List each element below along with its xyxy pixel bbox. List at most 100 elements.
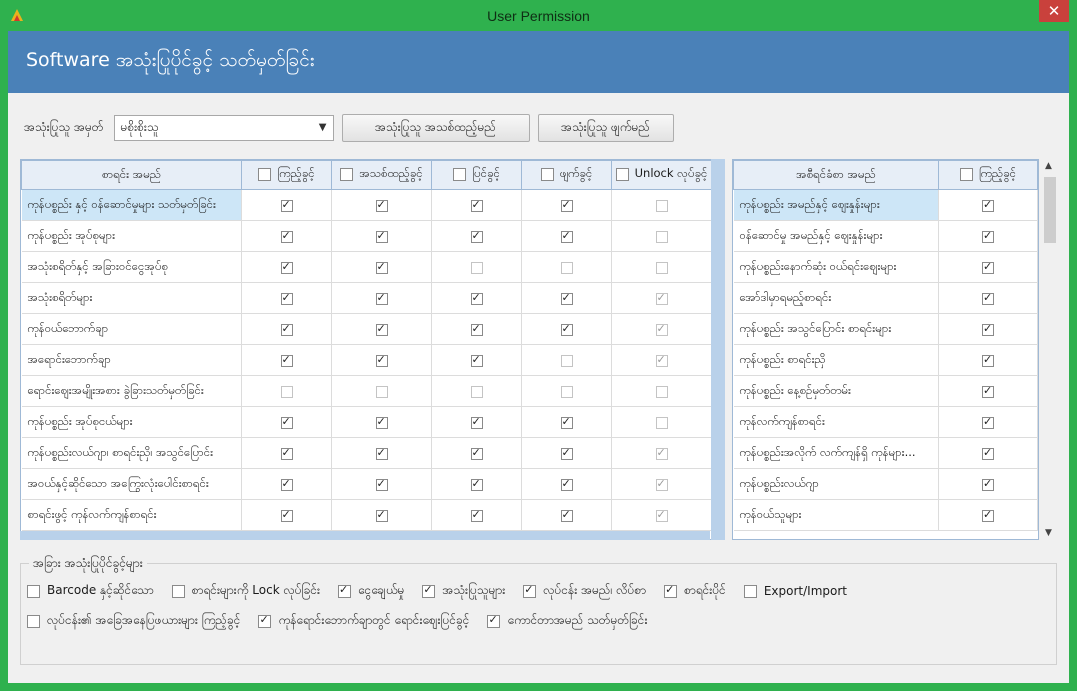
delete-user-button[interactable]: အသုံးပြုသူ ဖျက်မည် [537,114,674,142]
checkbox-delete[interactable] [560,385,573,398]
checkbox-edit[interactable] [470,508,483,522]
permission-option[interactable]: ငွေချေယ်မှု [338,582,404,600]
checkbox-edit[interactable] [470,322,483,336]
header-checkbox-delete[interactable] [540,168,554,181]
header-checkbox-add[interactable] [340,168,354,181]
checkbox-delete[interactable] [560,261,573,274]
checkbox-view[interactable] [280,291,293,305]
checkbox-edit[interactable] [470,385,483,398]
scroll-down-icon[interactable]: ▼ [1045,528,1052,538]
checkbox-report-view[interactable] [981,260,994,274]
checkbox-unlock[interactable] [655,416,668,429]
row-name-cell[interactable]: အဝယ်နှင့်ဆိုင်သော အကြွေးလုံးပေါင်းစာရင်း [21,468,242,500]
permission-checkbox[interactable] [664,583,678,598]
header-checkbox-view[interactable] [258,168,272,181]
table-row[interactable]: အရောင်းဘောက်ချာ [21,344,712,376]
report-name-cell[interactable]: ကုန်လက်ကျန်စာရင်း [733,406,939,438]
header-checkbox-report-view[interactable] [959,168,973,181]
checkbox-delete[interactable] [560,229,573,243]
row-name-cell[interactable]: ကုန်ပစ္စည်းလယ်ဂျာ၊ စာရင်းညှိ၊ အသွင်ပြောင… [21,437,242,469]
permission-checkbox[interactable] [27,584,40,598]
permission-option[interactable]: လုပ်ငန်း အမည်၊ လိပ်စာ [523,582,646,600]
checkbox-add[interactable] [375,385,388,398]
checkbox-edit[interactable] [470,291,483,305]
checkbox-view[interactable] [280,385,293,398]
permission-checkbox[interactable] [338,583,352,598]
checkbox-report-view[interactable] [981,198,994,212]
permission-checkbox[interactable] [523,583,537,598]
permission-option[interactable]: ကုန်ရောင်းဘောက်ချာတွင် ရောင်းဈေးပြင်ခွင့… [258,612,469,630]
checkbox-view[interactable] [280,415,293,429]
table-row[interactable]: အော်ဒါမှာရမည့်စာရင်း [733,282,1038,314]
checkbox-edit[interactable] [470,477,483,491]
column-header-unlock[interactable]: Unlock လုပ်ခွင့် [611,160,712,190]
checkbox-edit[interactable] [470,353,483,367]
checkbox-view[interactable] [280,353,293,367]
column-header-report-view[interactable]: ကြည့်ခွင့် [937,160,1038,190]
checkbox-unlock[interactable] [655,446,668,460]
table-row[interactable]: အသုံးစရိတ်များ [21,282,712,314]
checkbox-delete[interactable] [560,354,573,367]
checkbox-view[interactable] [280,260,293,274]
column-header-report-name[interactable]: အစီရင်ခံစာ အမည် [733,160,939,190]
report-name-cell[interactable]: ကုန်ဝယ်သူများ [733,499,939,531]
permission-option[interactable]: ကောင်တာအမည် သတ်မှတ်ခြင်း [487,612,648,630]
column-header-name[interactable]: စာရင်း အမည် [21,160,242,190]
checkbox-unlock[interactable] [655,199,668,212]
checkbox-delete[interactable] [560,446,573,460]
report-name-cell[interactable]: ကုန်ပစ္စည်း နေ့စဉ်မှတ်တမ်း [733,375,939,407]
permission-checkbox[interactable] [27,614,40,628]
checkbox-edit[interactable] [470,229,483,243]
permission-option[interactable]: အသုံးပြုသူများ [422,582,505,600]
permission-option[interactable]: စာရင်းများကို Lock လုပ်ခြင်း [171,582,320,600]
report-name-cell[interactable]: ကုန်ပစ္စည်းနောက်ဆုံး ဝယ်ရင်းဈေးများ [733,251,939,283]
table-row[interactable]: ကုန်ပစ္စည်း အသွင်ပြောင်း စာရင်းများ [733,313,1038,345]
report-name-cell[interactable]: ကုန်ပစ္စည်း အသွင်ပြောင်း စာရင်းများ [733,313,939,345]
user-dropdown[interactable]: မစိုးစိုးသူ ▼ [113,115,334,141]
checkbox-delete[interactable] [560,198,573,212]
checkbox-report-view[interactable] [981,322,994,336]
table-row[interactable]: ရောင်းဈေးအမျိုးအစား ခွဲခြားသတ်မှတ်ခြင်း [21,375,712,407]
checkbox-add[interactable] [375,198,388,212]
table-row[interactable]: ကုန်လက်ကျန်စာရင်း [733,406,1038,438]
checkbox-delete[interactable] [560,415,573,429]
row-name-cell[interactable]: ကုန်ပစ္စည်း နှင့် ဝန်ဆောင်မှုများ သတ်မှတ… [21,189,242,221]
checkbox-add[interactable] [375,322,388,336]
permission-option[interactable]: စာရင်းပိုင် [664,582,726,600]
scrollbar-thumb[interactable] [1044,177,1056,243]
checkbox-view[interactable] [280,508,293,522]
table-row[interactable]: အသုံးစရိတ်နှင့် အခြားဝင်ငွေအုပ်စု [21,251,712,283]
table-row[interactable]: ကုန်ပစ္စည်းနောက်ဆုံး ဝယ်ရင်းဈေးများ [733,251,1038,283]
table-row[interactable]: ကုန်ပစ္စည်းလယ်ဂျာ [733,468,1038,500]
permission-checkbox[interactable] [743,584,757,598]
checkbox-report-view[interactable] [981,229,994,243]
table-row[interactable]: ကုန်ပစ္စည်း စာရင်းညှိ [733,344,1038,376]
permission-checkbox[interactable] [422,583,436,598]
checkbox-add[interactable] [375,508,388,522]
checkbox-edit[interactable] [470,415,483,429]
table-row[interactable]: ကုန်ပစ္စည်း နေ့စဉ်မှတ်တမ်း [733,375,1038,407]
checkbox-view[interactable] [280,477,293,491]
report-name-cell[interactable]: အော်ဒါမှာရမည့်စာရင်း [733,282,939,314]
checkbox-add[interactable] [375,260,388,274]
report-name-cell[interactable]: ကုန်ပစ္စည်းလယ်ဂျာ [733,468,939,500]
column-header-add[interactable]: အသစ်ထည့်ခွင့် [331,160,432,190]
table-row[interactable]: ကုန်ဝယ်ဘောက်ချာ [21,313,712,345]
table-row[interactable]: ကုန်ပစ္စည်း အုပ်စုများ [21,220,712,252]
checkbox-report-view[interactable] [981,291,994,305]
checkbox-view[interactable] [280,322,293,336]
checkbox-add[interactable] [375,415,388,429]
close-button[interactable]: ✕ [1039,0,1069,22]
permission-checkbox[interactable] [258,613,272,628]
checkbox-report-view[interactable] [981,353,994,367]
table-row[interactable]: ဝန်ဆောင်မှု အမည်နှင့် ဈေးနှုန်းများ [733,220,1038,252]
scroll-up-icon[interactable]: ▲ [1045,161,1052,171]
checkbox-unlock[interactable] [655,230,668,243]
permission-option[interactable]: Barcode နှင့်ဆိုင်သော [27,582,154,600]
permission-option[interactable]: Export/Import [743,584,847,598]
checkbox-unlock[interactable] [655,261,668,274]
checkbox-unlock[interactable] [655,508,668,522]
checkbox-add[interactable] [375,291,388,305]
table-row[interactable]: ကုန်ပစ္စည်းလယ်ဂျာ၊ စာရင်းညှိ၊ အသွင်ပြောင… [21,437,712,469]
column-header-view[interactable]: ကြည့်ခွင့် [241,160,332,190]
